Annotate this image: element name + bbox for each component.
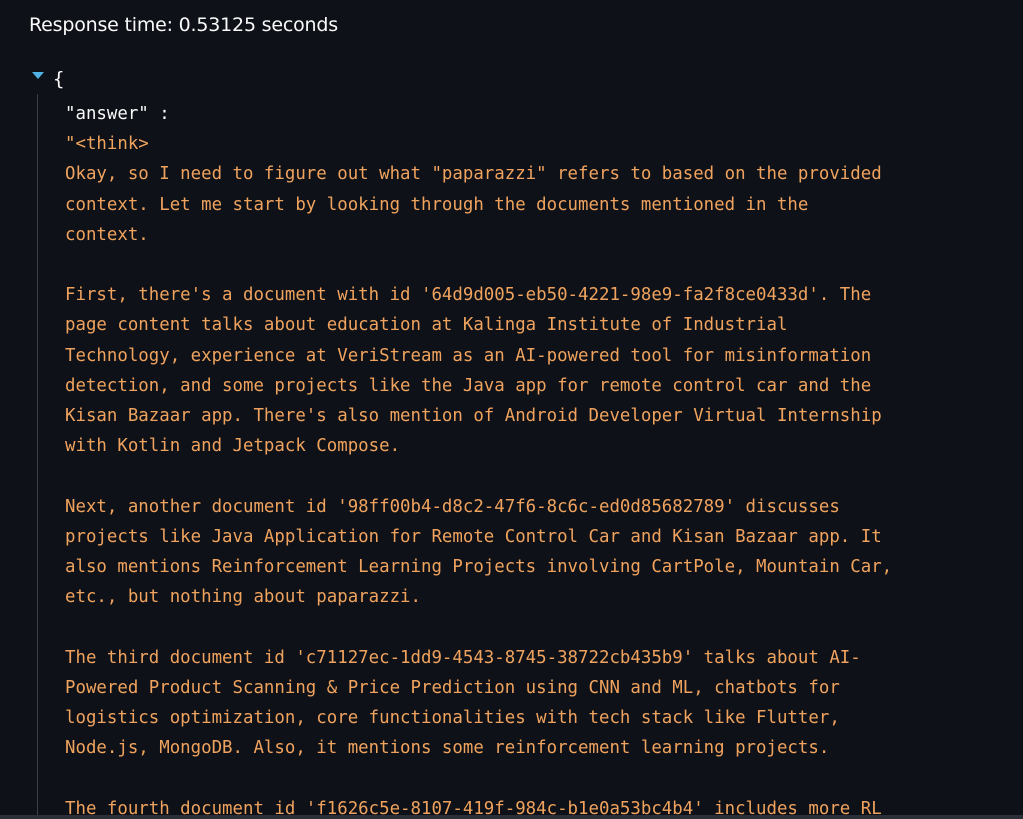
response-time-text: Response time: 0.53125 seconds (29, 14, 338, 36)
json-colon: : (148, 104, 170, 124)
json-open-brace: { (53, 68, 65, 90)
json-body: "answer" : "<think> Okay, so I need to f… (65, 99, 995, 819)
tree-indent-guide (37, 94, 38, 819)
horizontal-scrollbar[interactable] (0, 815, 1023, 819)
json-key-row: "answer" : (65, 99, 995, 129)
json-value-answer: "<think> Okay, so I need to figure out w… (65, 134, 893, 819)
caret-down-icon[interactable] (32, 72, 44, 79)
json-key-answer: "answer" (65, 104, 149, 124)
json-root-toggle-row[interactable]: { (30, 66, 64, 92)
